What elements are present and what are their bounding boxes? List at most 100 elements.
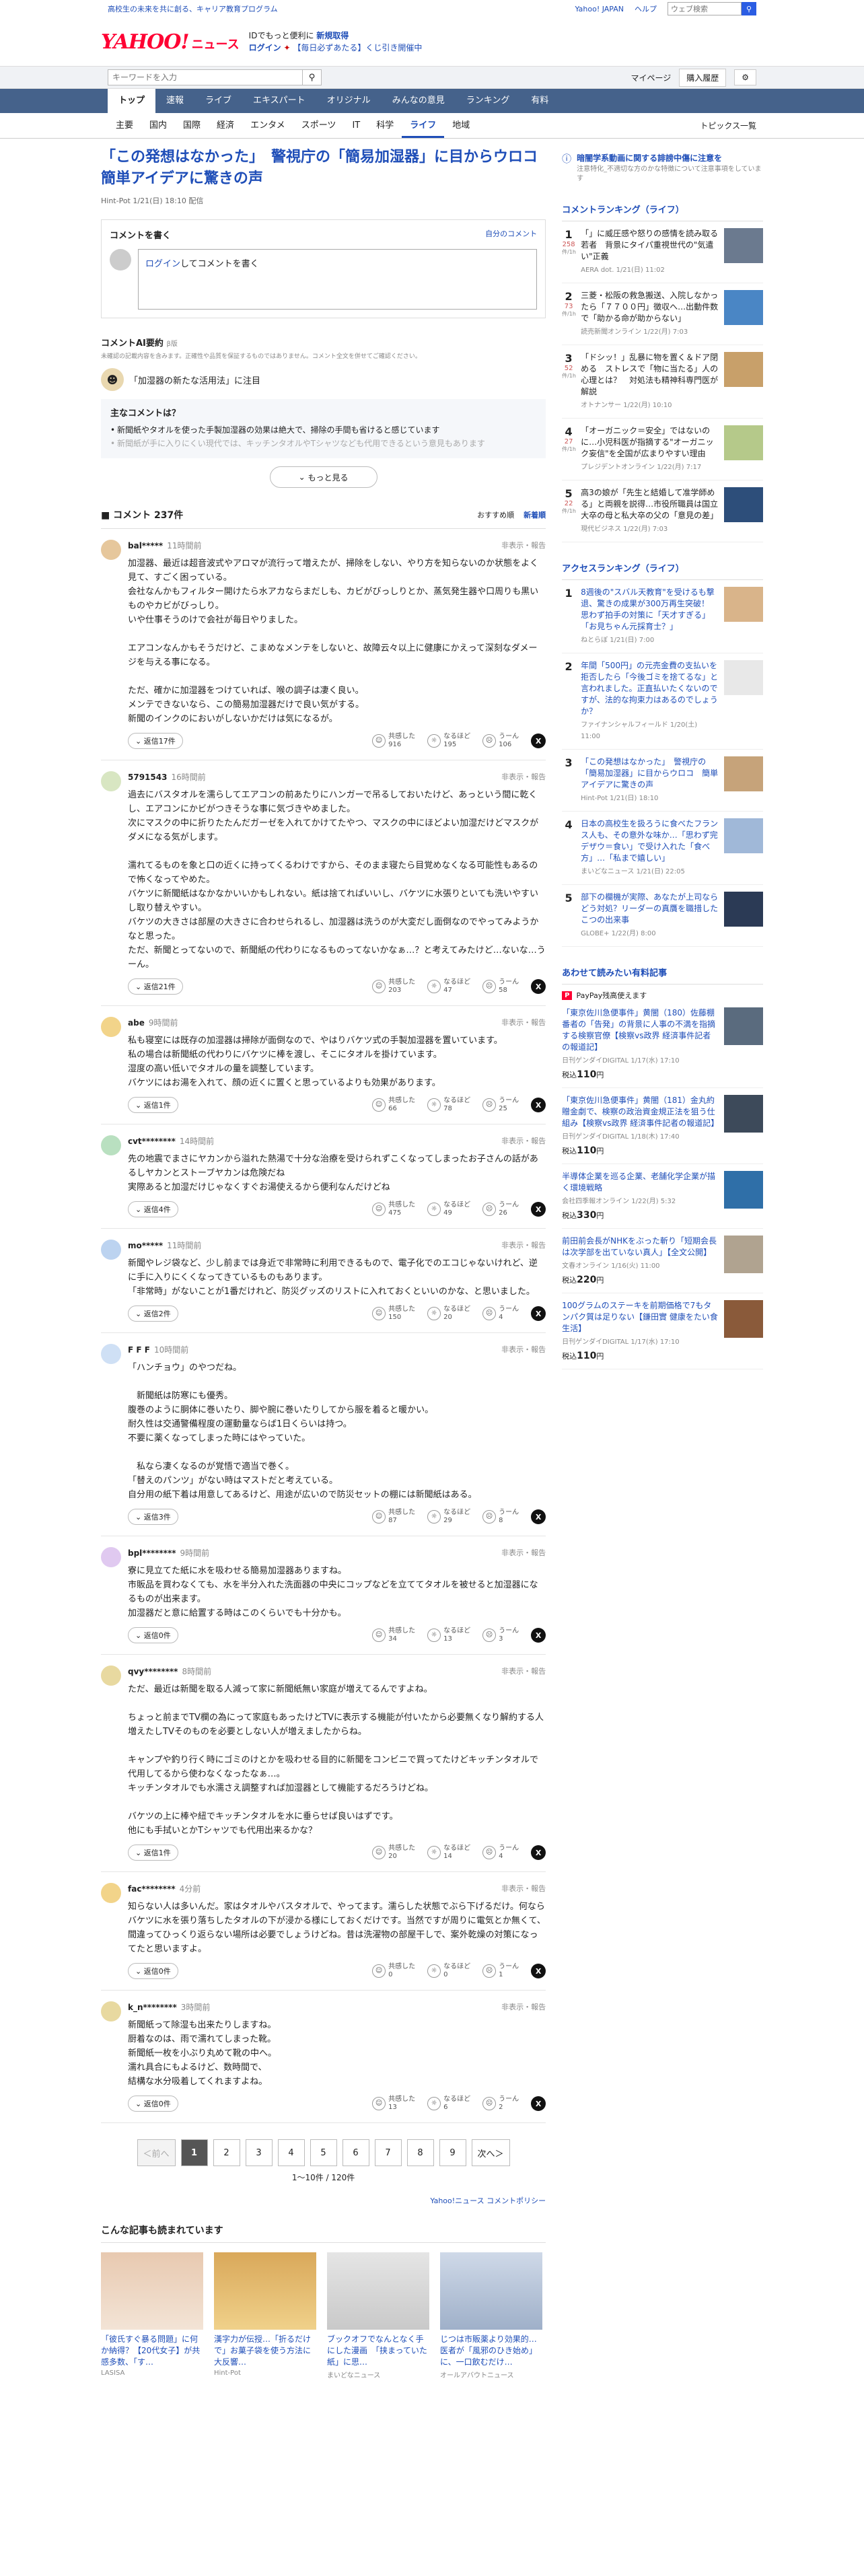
news-search-input[interactable] bbox=[108, 69, 303, 85]
comment-user[interactable]: abe 9時間前 bbox=[128, 1017, 178, 1028]
comment-user[interactable]: 5791543 16時間前 bbox=[128, 771, 206, 783]
insight-button[interactable]: ☼ なるほど 0 bbox=[427, 1963, 470, 1979]
yahoo-japan-link[interactable]: Yahoo! JAPAN bbox=[575, 5, 624, 13]
access-item[interactable]: 5 部下の欄機が実際、あなたが上司ならどう対処？リーダーの真贋を職措したこつの出来… bbox=[562, 885, 763, 947]
comment-user[interactable]: F F F 10時間前 bbox=[128, 1344, 188, 1355]
gnav-expert[interactable]: エキスパート bbox=[242, 89, 316, 113]
hide-report-link[interactable]: 非表示・報告 bbox=[501, 1344, 546, 1355]
page-button[interactable]: 6 bbox=[342, 2139, 369, 2166]
hide-report-link[interactable]: 非表示・報告 bbox=[501, 1017, 546, 1028]
empathy-button[interactable]: ☺ 共感した 20 bbox=[372, 1845, 415, 1861]
cat-domestic[interactable]: 国内 bbox=[141, 113, 175, 138]
help-link[interactable]: ヘルプ bbox=[635, 3, 657, 14]
yahoo-news-logo[interactable]: YAHOO! ニュース bbox=[101, 30, 240, 54]
article-title[interactable]: 「この発想はなかった」 警視庁の「簡易加湿器」に目からウロコ 簡単アイデアに驚き… bbox=[101, 147, 552, 190]
gnav-original[interactable]: オリジナル bbox=[316, 89, 382, 113]
hide-report-link[interactable]: 非表示・報告 bbox=[501, 2001, 546, 2013]
x-share-icon[interactable]: X bbox=[531, 734, 546, 748]
comment-user[interactable]: bal***** 11時間前 bbox=[128, 540, 201, 551]
cat-it[interactable]: IT bbox=[344, 113, 368, 138]
page-button[interactable]: 1 bbox=[180, 2139, 208, 2166]
next-page-button[interactable]: 次へ＞ bbox=[471, 2139, 510, 2166]
hide-report-link[interactable]: 非表示・報告 bbox=[501, 1883, 546, 1894]
register-link[interactable]: 新規取得 bbox=[316, 31, 349, 40]
insight-button[interactable]: ☼ なるほど 6 bbox=[427, 2096, 470, 2112]
prev-page-button[interactable]: ＜前へ bbox=[137, 2139, 176, 2166]
notice-box[interactable]: ⓘ 暗闇学系動画に関する誹謗中傷に注意を 注意特化_不適切な方のかな特徴について注… bbox=[562, 152, 763, 184]
replies-button[interactable]: ⌄ 返信21件 bbox=[128, 978, 183, 995]
page-button[interactable]: 2 bbox=[213, 2139, 240, 2166]
empathy-button[interactable]: ☺ 共感した 916 bbox=[372, 733, 415, 749]
page-button[interactable]: 9 bbox=[439, 2139, 466, 2166]
insight-button[interactable]: ☼ なるほど 14 bbox=[427, 1845, 470, 1861]
empathy-button[interactable]: ☺ 共感した 0 bbox=[372, 1963, 415, 1979]
gnav-opinion[interactable]: みんなの意見 bbox=[382, 89, 456, 113]
hmm-button[interactable]: ☹ うーん 26 bbox=[482, 1201, 519, 1217]
hide-report-link[interactable]: 非表示・報告 bbox=[501, 1135, 546, 1147]
replies-button[interactable]: ⌄ 返信1件 bbox=[128, 1097, 178, 1113]
cat-sports[interactable]: スポーツ bbox=[293, 113, 345, 138]
hmm-button[interactable]: ☹ うーん 58 bbox=[482, 978, 519, 995]
page-button[interactable]: 4 bbox=[277, 2139, 305, 2166]
hmm-button[interactable]: ☹ うーん 25 bbox=[482, 1097, 519, 1113]
access-item[interactable]: 1 8週後の"スバル天教育"を受けるも撃退、驚きの成果が300万再生突破！ 思わず… bbox=[562, 580, 763, 653]
x-share-icon[interactable]: X bbox=[531, 1845, 546, 1860]
x-share-icon[interactable]: X bbox=[531, 1306, 546, 1321]
replies-button[interactable]: ⌄ 返信0件 bbox=[128, 1627, 178, 1643]
page-button[interactable]: 7 bbox=[374, 2139, 402, 2166]
comment-user[interactable]: mo***** 11時間前 bbox=[128, 1240, 201, 1251]
ranking-item[interactable]: 2 73 件/1h 三菱・松阪の救急搬送、入院しなかったら「７７００円」徴収へ…出動件… bbox=[562, 283, 763, 345]
reco-item[interactable]: 「彼氏すぐ暴る問題」に何か納得？【20代女子】が共感多数、「す… LASISA bbox=[101, 2252, 203, 2380]
replies-button[interactable]: ⌄ 返信3件 bbox=[128, 1509, 178, 1525]
hmm-button[interactable]: ☹ うーん 4 bbox=[482, 1305, 519, 1322]
empathy-button[interactable]: ☺ 共感した 66 bbox=[372, 1097, 415, 1113]
replies-button[interactable]: ⌄ 返信1件 bbox=[128, 1845, 178, 1861]
cat-entertainment[interactable]: エンタメ bbox=[242, 113, 293, 138]
hmm-button[interactable]: ☹ うーん 3 bbox=[482, 1627, 519, 1643]
gnav-flash[interactable]: 速報 bbox=[155, 89, 194, 113]
purchase-history-button[interactable]: 購入履歴 bbox=[679, 68, 727, 87]
empathy-button[interactable]: ☺ 共感した 475 bbox=[372, 1201, 415, 1217]
reco-item[interactable]: じつは市販薬より効果的…医者が「風邪のひき始め」に、一口飲むだけ… オールアバウト… bbox=[440, 2252, 542, 2380]
cat-economy[interactable]: 経済 bbox=[209, 113, 242, 138]
mypage-link[interactable]: マイページ bbox=[631, 72, 671, 83]
hide-report-link[interactable]: 非表示・報告 bbox=[501, 540, 546, 551]
insight-button[interactable]: ☼ なるほど 49 bbox=[427, 1201, 470, 1217]
hide-report-link[interactable]: 非表示・報告 bbox=[501, 771, 546, 783]
paid-item[interactable]: 「東京佐川急便事件」黄闇（181）金丸約贈金劇で、検察の政治資金規正法を狙う仕組… bbox=[562, 1088, 763, 1164]
page-button[interactable]: 5 bbox=[310, 2139, 337, 2166]
show-more-button[interactable]: ⌄ もっと見る bbox=[269, 466, 377, 488]
search-icon[interactable]: ⚲ bbox=[742, 2, 756, 15]
sort-recommended[interactable]: おすすめ順 bbox=[477, 509, 514, 520]
replies-button[interactable]: ⌄ 返信0件 bbox=[128, 2096, 178, 2112]
comment-user[interactable]: bpl******** 9時間前 bbox=[128, 1547, 209, 1559]
promo-link[interactable]: 高校生の未来を共に創る、キャリア教育プログラム bbox=[108, 3, 278, 14]
hide-report-link[interactable]: 非表示・報告 bbox=[501, 1547, 546, 1559]
cat-life[interactable]: ライフ bbox=[402, 113, 445, 138]
x-share-icon[interactable]: X bbox=[531, 1202, 546, 1217]
x-share-icon[interactable]: X bbox=[531, 1509, 546, 1524]
hmm-button[interactable]: ☹ うーん 8 bbox=[482, 1509, 519, 1525]
hmm-button[interactable]: ☹ うーん 1 bbox=[482, 1963, 519, 1979]
paid-item[interactable]: 100グラムのステーキを前期価格で7もタンパク質は足りない【鎌田實 健康をたい食… bbox=[562, 1293, 763, 1369]
comment-user[interactable]: cvt******** 14時間前 bbox=[128, 1135, 214, 1147]
login-link[interactable]: ログイン bbox=[249, 43, 281, 52]
replies-button[interactable]: ⌄ 返信4件 bbox=[128, 1201, 178, 1217]
empathy-button[interactable]: ☺ 共感した 34 bbox=[372, 1627, 415, 1643]
web-search-input[interactable] bbox=[668, 2, 742, 15]
gnav-paid[interactable]: 有料 bbox=[520, 89, 559, 113]
hide-report-link[interactable]: 非表示・報告 bbox=[501, 1666, 546, 1677]
reco-item[interactable]: ブックオフでなんとなく手にした漫画 「挟まっていた紙」に思… まいどなニュース bbox=[327, 2252, 429, 2380]
access-item[interactable]: 4 日本の高校生を扱ろうに食べたフランス人も、その意外な味か…「思わず完デザウ＝食… bbox=[562, 812, 763, 885]
reco-item[interactable]: 漢字力が伝授…「折るだけで」お菓子袋を使う方法に大反響… Hint-Pot bbox=[214, 2252, 316, 2380]
insight-button[interactable]: ☼ なるほど 20 bbox=[427, 1305, 470, 1322]
ranking-item[interactable]: 5 22 件/1h 高3の娘が「先生と結婚して准学師める」と両親を説得…市役所職員は国… bbox=[562, 480, 763, 542]
paid-item[interactable]: 前田前会長がNHKをぶった斬り「短期会長は次学部を出ていない真人」【全文公開】文… bbox=[562, 1229, 763, 1293]
ranking-item[interactable]: 4 27 件/1h 「オーガニック＝安全」ではないのに…小児科医が指摘する"オーガニッ… bbox=[562, 419, 763, 480]
cat-local[interactable]: 地域 bbox=[444, 113, 478, 138]
x-share-icon[interactable]: X bbox=[531, 979, 546, 994]
insight-button[interactable]: ☼ なるほど 47 bbox=[427, 978, 470, 995]
access-item[interactable]: 2 年間「500円」の元売金費の支払いを拒否したら「今後ゴミを捨てるな」と言われま… bbox=[562, 653, 763, 750]
paid-item[interactable]: 半導体企業を巡る企業、老舗化学企業が描く環境戦略 会社四季報オンライン 1/22(… bbox=[562, 1164, 763, 1229]
empathy-button[interactable]: ☺ 共感した 203 bbox=[372, 978, 415, 995]
